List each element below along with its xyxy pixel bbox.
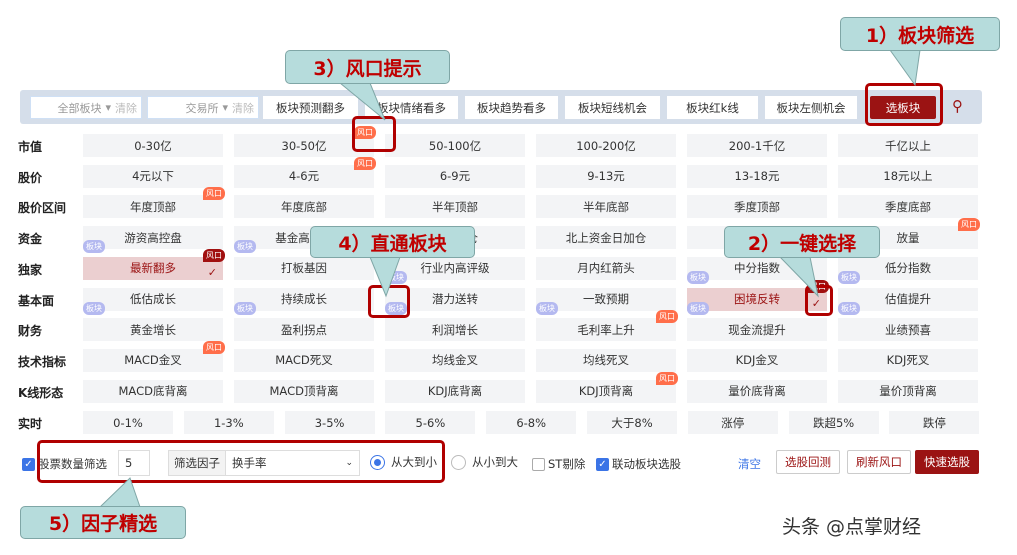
callout-direct-sector: 4）直通板块 — [310, 226, 475, 258]
callout-factor: 5）因子精选 — [20, 506, 186, 539]
callout-one-click: 2）一键选择 — [724, 226, 880, 258]
callout-tails — [98, 49, 921, 508]
watermark: 头条 @点掌财经 — [782, 516, 922, 538]
callout-sector-filter: 1）板块筛选 — [840, 17, 1000, 51]
callout-fengkou-hint: 3）风口提示 — [285, 50, 450, 84]
